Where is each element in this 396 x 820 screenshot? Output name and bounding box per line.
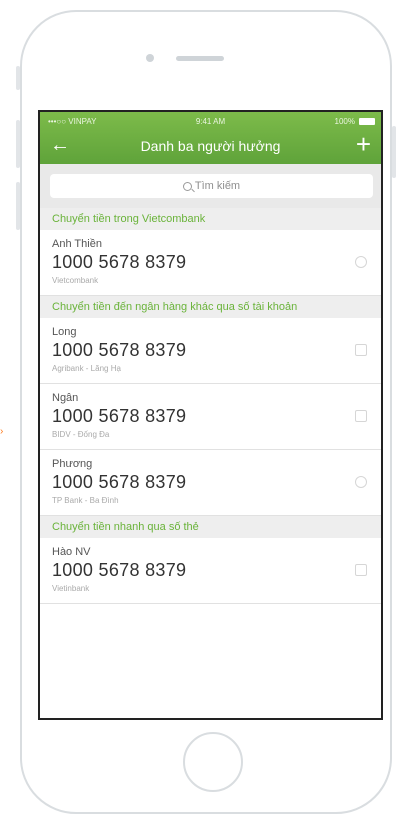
volume-up-button — [16, 120, 20, 168]
search-input[interactable]: Tìm kiếm — [50, 174, 373, 198]
power-button — [392, 126, 396, 178]
mute-switch — [16, 66, 20, 90]
bank-name: Vietcombank — [52, 276, 99, 285]
app-screen: •••○○ VINPAY 9:41 AM 100% ← Danh ba ngườ… — [38, 110, 383, 720]
recipient-name: Hào NV — [52, 546, 91, 558]
section-header: Chuyển tiền đến ngân hàng khác qua số tà… — [40, 296, 381, 318]
coin-icon — [355, 476, 367, 488]
front-camera — [146, 54, 154, 62]
bank-name: BIDV - Đống Đa — [52, 430, 110, 439]
bank-name: TP Bank - Ba Đình — [52, 496, 119, 505]
list-item[interactable]: Hào NV 1000 5678 8379 Vietinbank — [40, 538, 381, 604]
recipient-name: Ngân — [52, 392, 79, 404]
bank-name: Agribank - Lăng Hạ — [52, 364, 121, 373]
card-icon — [355, 410, 367, 422]
list-item[interactable]: Phương 1000 5678 8379 TP Bank - Ba Đình — [40, 450, 381, 516]
earpiece-speaker — [176, 56, 224, 61]
account-number: 1000 5678 8379 — [52, 560, 187, 580]
search-bar: Tìm kiếm — [40, 164, 381, 208]
navigation-bar: •••○○ VINPAY 9:41 AM 100% ← Danh ba ngườ… — [40, 112, 381, 164]
list-item[interactable]: Anh Thiền 1000 5678 8379 Vietcombank — [40, 230, 381, 296]
account-number: 1000 5678 8379 — [52, 472, 187, 492]
card-icon — [355, 344, 367, 356]
battery-label: 100% — [334, 117, 355, 126]
list-item[interactable]: Long 1000 5678 8379 Agribank - Lăng Hạ — [40, 318, 381, 384]
home-button[interactable] — [183, 732, 243, 792]
search-icon — [182, 181, 192, 191]
account-number: 1000 5678 8379 — [52, 406, 187, 426]
bank-name: Vietinbank — [52, 584, 90, 593]
battery-icon — [359, 118, 375, 125]
recipient-name: Phương — [52, 458, 93, 470]
page-title: Danh ba người hưởng — [140, 138, 281, 154]
search-placeholder: Tìm kiếm — [194, 180, 241, 192]
account-number: 1000 5678 8379 — [52, 252, 187, 272]
time-label: 9:41 AM — [195, 117, 226, 126]
section-header: Chuyển tiền nhanh qua số thẻ — [40, 516, 381, 538]
section-header: Chuyển tiền trong Vietcombank — [40, 208, 381, 230]
status-bar: •••○○ VINPAY 9:41 AM 100% — [40, 115, 381, 129]
recipient-name: Long — [52, 326, 77, 338]
volume-down-button — [16, 182, 20, 230]
card-icon — [355, 564, 367, 576]
coin-icon — [355, 256, 367, 268]
list-item[interactable]: Ngân 1000 5678 8379 BIDV - Đống Đa — [40, 384, 381, 450]
recipient-name: Anh Thiền — [52, 238, 102, 250]
arrow-indicator-icon: › — [0, 426, 4, 437]
account-number: 1000 5678 8379 — [52, 340, 187, 360]
add-contact-button[interactable]: + — [356, 129, 371, 159]
